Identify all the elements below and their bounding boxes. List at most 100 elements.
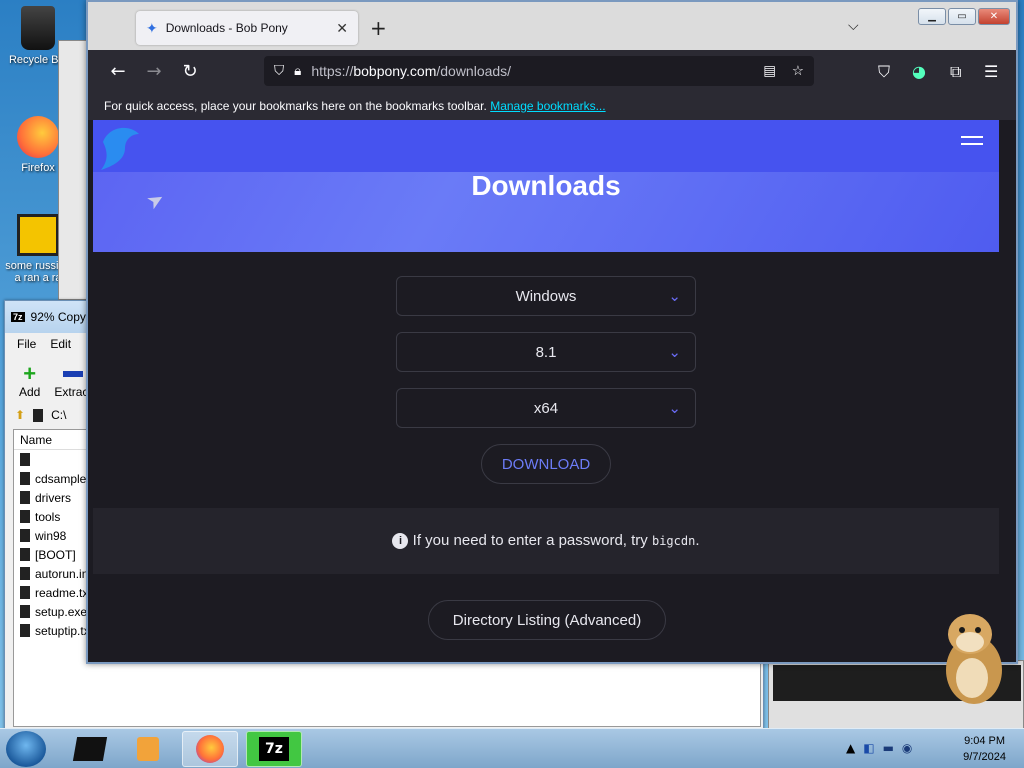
- show-hidden-icons-icon[interactable]: ▲: [846, 741, 855, 755]
- maximize-button[interactable]: ▭: [948, 8, 976, 25]
- url-bar[interactable]: ⛉ 🔒︎ https://bobpony.com/downloads/ ▤ ☆: [264, 56, 814, 86]
- account-icon[interactable]: ◕: [912, 62, 926, 81]
- bookmarks-toolbar: For quick access, place your bookmarks h…: [88, 92, 1016, 120]
- folder-icon: [20, 491, 30, 504]
- back-icon[interactable]: ←: [100, 61, 136, 82]
- firefox-icon: [17, 116, 59, 158]
- close-tab-icon[interactable]: ✕: [336, 20, 348, 37]
- menu-file[interactable]: File: [17, 337, 36, 351]
- new-tab-icon[interactable]: +: [370, 16, 387, 40]
- close-window-button[interactable]: ✕: [978, 8, 1010, 25]
- clock[interactable]: 9:04 PM 9/7/2024: [963, 733, 1006, 765]
- taskbar: 7z ▲ ◧ ▬ ◉ 9:04 PM 9/7/2024: [0, 728, 1024, 768]
- taskbar-firefox[interactable]: [182, 731, 238, 767]
- menu-icon[interactable]: ☰: [984, 62, 998, 81]
- taskbar-explorer[interactable]: [62, 731, 118, 767]
- url-text[interactable]: https://bobpony.com/downloads/: [311, 63, 511, 79]
- file-name: readme.txt: [35, 585, 92, 600]
- file-name: setup.exe: [35, 604, 88, 619]
- file-name: tools: [35, 509, 61, 524]
- file-name: autorun.inf: [35, 566, 92, 581]
- file-name: cdsample: [35, 471, 87, 486]
- minimize-button[interactable]: ▁: [918, 8, 946, 25]
- arch-select[interactable]: x64 ⌄: [396, 388, 696, 428]
- tab-downloads[interactable]: ✦ Downloads - Bob Pony ✕: [136, 11, 358, 45]
- start-button[interactable]: [6, 731, 46, 767]
- app-icon: [17, 214, 59, 256]
- page-content: Downloads ➤ Windows ⌄ 8.1 ⌄ x64 ⌄ DOWNLO…: [88, 120, 1016, 662]
- taskbar-media-player[interactable]: [120, 731, 176, 767]
- path-field[interactable]: C:\: [51, 408, 66, 422]
- reader-view-icon[interactable]: ▤: [763, 63, 776, 79]
- display-icon[interactable]: ▬: [883, 741, 894, 755]
- clock-time: 9:04 PM: [964, 735, 1006, 747]
- file-icon: [20, 605, 30, 618]
- system-tray: ▲ ◧ ▬ ◉: [846, 741, 912, 755]
- reload-icon[interactable]: ↻: [172, 61, 208, 82]
- password-info: i If you need to enter a password, try b…: [93, 508, 999, 574]
- hero-banner: Downloads ➤: [93, 120, 999, 252]
- trash-icon: [21, 6, 55, 50]
- desktop-icon-label: Firefox: [21, 162, 55, 174]
- taskbar-7zip[interactable]: 7z: [246, 731, 302, 767]
- chevron-down-icon: ⌄: [668, 400, 681, 417]
- os-select[interactable]: Windows ⌄: [396, 276, 696, 316]
- file-name: setuptip.txt: [35, 623, 94, 638]
- hamburger-menu-icon[interactable]: [961, 136, 983, 150]
- background-window[interactable]: [58, 40, 88, 300]
- version-select[interactable]: 8.1 ⌄: [396, 332, 696, 372]
- info-icon: i: [392, 533, 409, 550]
- plus-icon: +: [23, 361, 37, 386]
- pocket-icon[interactable]: ⛉: [878, 62, 890, 82]
- file-icon: [20, 624, 30, 637]
- bookmarks-hint: For quick access, place your bookmarks h…: [104, 99, 487, 113]
- info-text: If you need to enter a password, try: [412, 532, 648, 549]
- tab-title: Downloads - Bob Pony: [165, 21, 288, 35]
- firefox-window[interactable]: ✦ Downloads - Bob Pony ✕ + ⌵ ▁ ▭ ✕ ← → ↻…: [86, 0, 1018, 664]
- tab-strip: ✦ Downloads - Bob Pony ✕ + ⌵ ▁ ▭ ✕: [88, 2, 1016, 50]
- lock-icon[interactable]: 🔒︎: [294, 63, 301, 79]
- bobpony-logo-icon[interactable]: [95, 122, 143, 172]
- file-icon: [20, 567, 30, 580]
- directory-listing-button[interactable]: Directory Listing (Advanced): [428, 600, 666, 640]
- chevron-down-icon: ⌄: [668, 288, 681, 305]
- manage-bookmarks-link[interactable]: Manage bookmarks...: [490, 99, 605, 113]
- folder-icon: [20, 472, 30, 485]
- up-folder-icon[interactable]: ⬆: [15, 408, 25, 422]
- info-end: .: [695, 532, 700, 549]
- media-player-icon: [137, 737, 159, 761]
- page-title: Downloads: [471, 170, 621, 201]
- download-button[interactable]: DOWNLOAD: [481, 444, 611, 484]
- minus-icon: [63, 371, 84, 377]
- forward-icon[interactable]: →: [136, 61, 172, 82]
- bobpony-favicon-icon: ✦: [146, 19, 158, 36]
- bookmark-star-icon[interactable]: ☆: [792, 63, 804, 79]
- folder-icon: [72, 737, 108, 761]
- folder-icon: [20, 548, 30, 561]
- version-select-value: 8.1: [535, 344, 557, 361]
- url-host: bobpony.com: [353, 63, 437, 79]
- menu-edit[interactable]: Edit: [50, 337, 71, 351]
- file-icon: [20, 586, 30, 599]
- window-controls: ▁ ▭ ✕: [918, 8, 1010, 25]
- url-scheme: https://: [311, 63, 354, 79]
- file-name: win98: [35, 528, 67, 543]
- hamster-mascot: [940, 606, 1006, 706]
- folder-icon: [20, 453, 30, 466]
- list-all-tabs-icon[interactable]: ⌵: [848, 18, 859, 34]
- shield-icon[interactable]: ⛉: [274, 63, 284, 79]
- firefox-icon: [196, 735, 224, 763]
- chevron-down-icon: ⌄: [668, 344, 681, 361]
- arch-select-value: x64: [533, 400, 559, 417]
- folder-icon: [20, 510, 30, 523]
- 7zip-icon: 7z: [259, 737, 289, 761]
- network-icon[interactable]: ◧: [863, 741, 874, 755]
- add-button[interactable]: + Add: [19, 361, 41, 400]
- url-path: /downloads/: [436, 63, 512, 79]
- volume-icon[interactable]: ◉: [902, 741, 912, 755]
- file-name: [BOOT]: [35, 547, 76, 562]
- os-select-value: Windows: [515, 288, 577, 305]
- add-label: Add: [19, 385, 41, 399]
- file-name: drivers: [35, 490, 72, 505]
- extensions-icon[interactable]: ⧉: [950, 62, 961, 82]
